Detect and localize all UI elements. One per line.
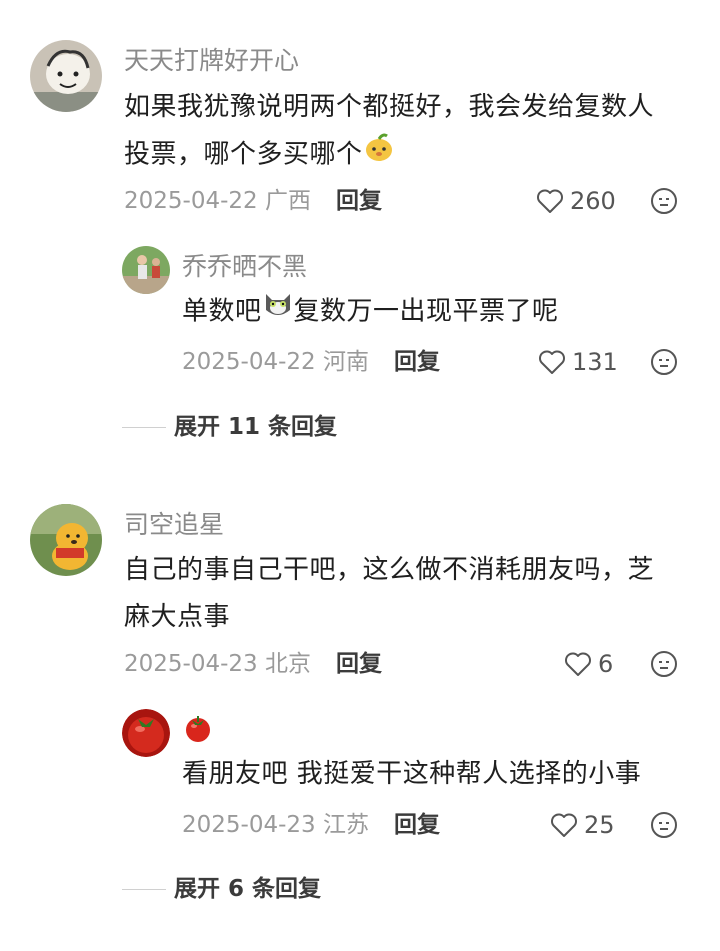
reply-button[interactable]: 回复 <box>336 186 382 216</box>
mango-emoji-icon <box>363 131 395 179</box>
divider-line <box>122 888 166 890</box>
comment-location: 北京 <box>264 651 311 677</box>
face-icon <box>651 651 677 677</box>
heart-icon <box>565 652 591 676</box>
reply-text: 看朋友吧 我挺爱干这种帮人选择的小事 <box>182 759 642 789</box>
like-button[interactable]: 260 <box>536 186 616 216</box>
reply-button[interactable]: 回复 <box>394 347 440 377</box>
comment-meta: 2025-04-23 北京 <box>124 649 311 679</box>
heart-icon <box>539 350 565 374</box>
tomato-emoji-icon <box>186 716 210 742</box>
face-icon <box>651 812 677 838</box>
heart-icon <box>537 189 563 213</box>
cat-emoji-icon <box>262 288 294 336</box>
comment-line: 麻大点事 <box>124 602 231 632</box>
avatar[interactable] <box>122 246 170 294</box>
more-options-button[interactable] <box>650 811 678 843</box>
comment-text: 如果我犹豫说明两个都挺好，我会发给复数人 投票，哪个多买哪个 <box>124 84 694 179</box>
reply-button[interactable]: 回复 <box>336 649 382 679</box>
like-count: 260 <box>570 187 616 215</box>
comment-text: 自己的事自己干吧，这么做不消耗朋友吗，芝 麻大点事 <box>124 547 704 641</box>
comment-line: 自己的事自己干吧，这么做不消耗朋友吗，芝 <box>124 555 655 585</box>
comment-date: 2025-04-22 <box>124 188 258 214</box>
reply-meta: 2025-04-23 江苏 <box>182 810 369 840</box>
avatar[interactable] <box>30 504 102 576</box>
like-button[interactable]: 25 <box>550 810 615 840</box>
reply-date: 2025-04-22 <box>182 349 316 375</box>
like-count: 25 <box>584 811 615 839</box>
like-button[interactable]: 131 <box>538 347 618 377</box>
avatar[interactable] <box>122 709 170 757</box>
expand-replies-button[interactable]: 展开 11 条回复 <box>122 412 337 442</box>
like-count: 131 <box>572 348 618 376</box>
heart-icon <box>551 813 577 837</box>
reply-date: 2025-04-23 <box>182 812 316 838</box>
expand-replies-label: 展开 6 条回复 <box>174 876 322 902</box>
like-count: 6 <box>598 650 614 678</box>
comment-location: 广西 <box>264 188 311 214</box>
username[interactable]: 天天打牌好开心 <box>124 45 299 77</box>
more-options-button[interactable] <box>650 187 678 219</box>
username[interactable]: 司空追星 <box>124 509 224 541</box>
more-options-button[interactable] <box>650 650 678 682</box>
like-button[interactable]: 6 <box>564 649 613 679</box>
face-icon <box>651 349 677 375</box>
expand-replies-label: 展开 11 条回复 <box>174 414 338 440</box>
expand-replies-button[interactable]: 展开 6 条回复 <box>122 874 321 904</box>
reply-location: 河南 <box>322 349 369 375</box>
comment-date: 2025-04-23 <box>124 651 258 677</box>
reply-location: 江苏 <box>322 812 369 838</box>
comment-meta: 2025-04-22 广西 <box>124 186 311 216</box>
comment-line-emoji: 投票，哪个多买哪个 <box>124 131 694 179</box>
reply-meta: 2025-04-22 河南 <box>182 347 369 377</box>
divider-line <box>122 426 166 428</box>
avatar[interactable] <box>30 40 102 112</box>
comment-line: 如果我犹豫说明两个都挺好，我会发给复数人 <box>124 92 655 122</box>
more-options-button[interactable] <box>650 348 678 380</box>
reply-text: 单数吧 复数万一出现平票了呢 <box>182 288 682 336</box>
username-tomato[interactable] <box>182 712 214 752</box>
reply-button[interactable]: 回复 <box>394 810 440 840</box>
username[interactable]: 乔乔晒不黑 <box>182 251 307 283</box>
face-icon <box>651 188 677 214</box>
